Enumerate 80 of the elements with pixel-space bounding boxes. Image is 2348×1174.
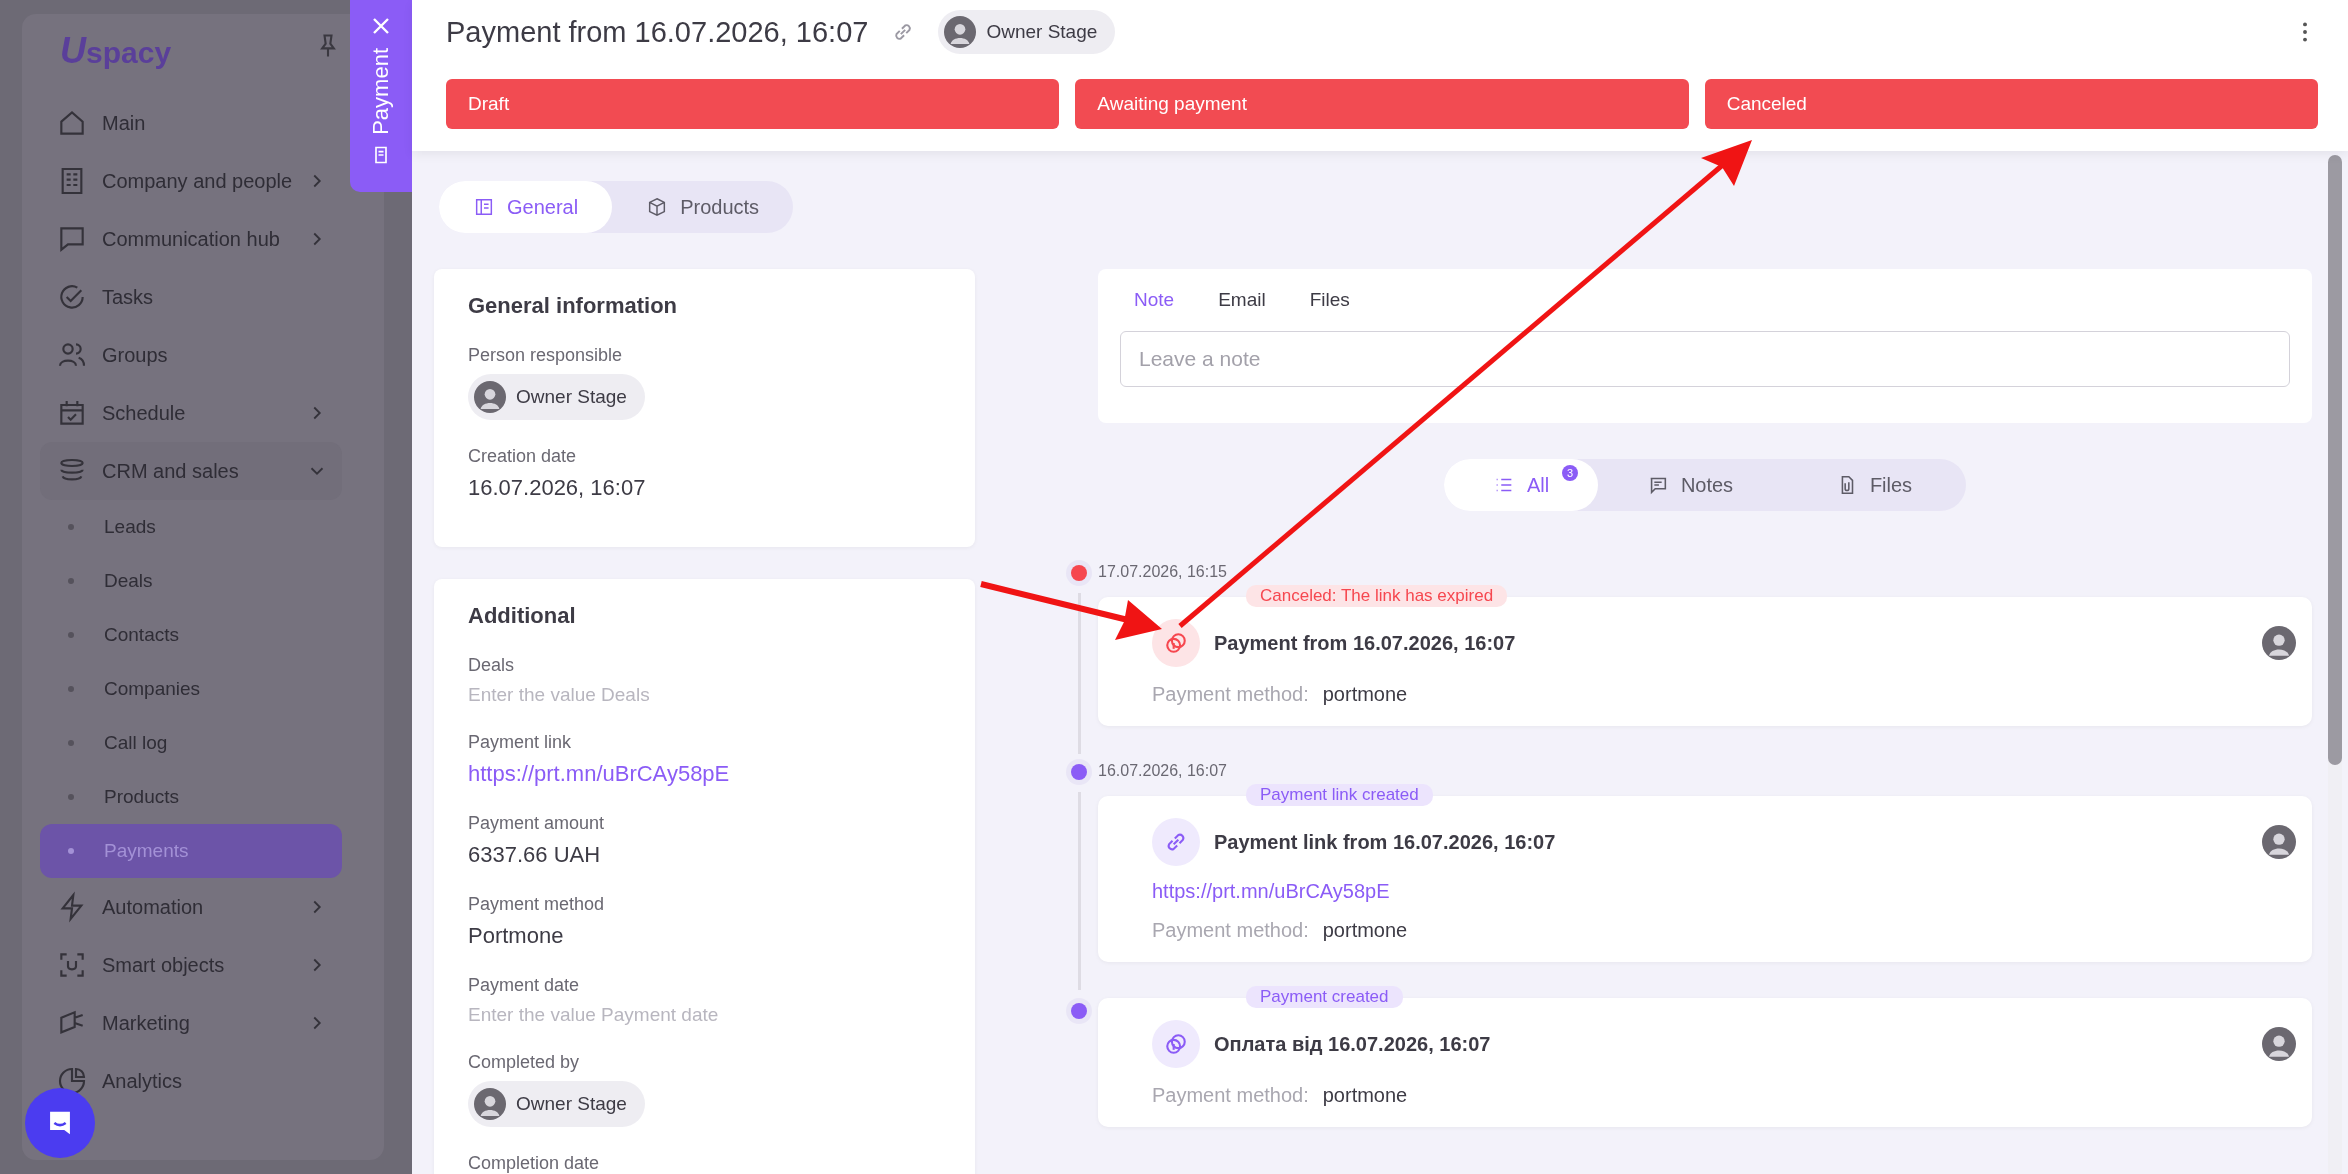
- sidebar-subitem[interactable]: Contacts: [40, 608, 342, 662]
- coins-icon: [1152, 1020, 1200, 1068]
- scrollbar[interactable]: [2328, 155, 2342, 1174]
- filter-tab[interactable]: Files: [1782, 459, 1966, 511]
- person-chip[interactable]: Owner Stage: [468, 374, 645, 420]
- sidebar-subitem[interactable]: Call log: [40, 716, 342, 770]
- person-chip[interactable]: Owner Stage: [468, 1081, 645, 1127]
- field-label: Completion date: [468, 1153, 601, 1174]
- sidebar-item[interactable]: Marketing: [40, 994, 342, 1052]
- avatar-icon: [474, 381, 506, 413]
- sidebar-item[interactable]: Main: [40, 94, 342, 152]
- sidebar-item[interactable]: Automation: [40, 878, 342, 936]
- sidebar-subitem[interactable]: Payments: [40, 824, 342, 878]
- method-label: Payment method:: [1152, 919, 1309, 942]
- sidebar-subitem[interactable]: Leads: [40, 500, 342, 554]
- note-tab[interactable]: Email: [1218, 289, 1266, 311]
- sidebar-item[interactable]: Company and people: [40, 152, 342, 210]
- field-label: Completed by: [468, 1052, 581, 1073]
- count-badge: 3: [1562, 465, 1578, 481]
- note-tab[interactable]: Note: [1134, 289, 1175, 311]
- field-label: Payment link: [468, 732, 573, 753]
- sidebar-item[interactable]: Smart objects: [40, 936, 342, 994]
- tab[interactable]: General: [439, 181, 613, 233]
- event-tag: Payment created: [1246, 986, 1403, 1008]
- sidebar-subitem[interactable]: Companies: [40, 662, 342, 716]
- coins-icon: [1152, 619, 1200, 667]
- note-input[interactable]: Leave a note: [1120, 331, 2290, 387]
- sidebar-subitem[interactable]: Products: [40, 770, 342, 824]
- field-label: Person responsible: [468, 345, 624, 366]
- sidebar-item[interactable]: Groups: [40, 326, 342, 384]
- field-value: 16.07.2026, 16:07: [468, 475, 647, 501]
- event-tag: Canceled: The link has expired: [1246, 585, 1508, 607]
- sidebar-item[interactable]: Communication hub: [40, 210, 342, 268]
- field-value: Portmone: [468, 923, 565, 949]
- avatar-icon: [2262, 626, 2296, 660]
- method-label: Payment method:: [1152, 683, 1309, 706]
- method-value: portmone: [1322, 683, 1408, 706]
- field-placeholder[interactable]: Enter the value Deals: [468, 684, 941, 706]
- sidebar-item[interactable]: CRM and sales: [40, 442, 342, 500]
- avatar-icon: [944, 16, 977, 48]
- sidebar-item[interactable]: Tasks: [40, 268, 342, 326]
- status-stage[interactable]: Draft: [446, 79, 1060, 129]
- method-label: Payment method:: [1152, 1084, 1309, 1107]
- filter-tab[interactable]: Notes: [1598, 459, 1782, 511]
- event-date: 16.07.2026, 16:07: [1098, 762, 1228, 780]
- field-label: Payment amount: [468, 813, 606, 834]
- event-title: Payment from 16.07.2026, 16:07: [1214, 631, 1517, 655]
- list-icon: [473, 196, 495, 218]
- field-placeholder[interactable]: Enter the value Payment date: [468, 1004, 941, 1026]
- status-stage[interactable]: Awaiting payment: [1075, 79, 1689, 129]
- note-tab[interactable]: Files: [1309, 289, 1350, 311]
- payment-link[interactable]: https://prt.mn/uBrCAy58pE: [1152, 880, 2296, 903]
- sidebar-subitem[interactable]: Deals: [40, 554, 342, 608]
- avatar-icon: [2262, 1027, 2296, 1061]
- event-date: 17.07.2026, 16:15: [1098, 563, 1228, 581]
- field-label: Deals: [468, 655, 516, 676]
- sidebar-item[interactable]: Schedule: [40, 384, 342, 442]
- panel-tab-label: Payment: [368, 48, 394, 135]
- panel-tab[interactable]: Payment: [350, 0, 412, 192]
- event-tag: Payment link created: [1246, 784, 1433, 806]
- page-title: Payment from 16.07.2026, 16:07: [446, 15, 869, 49]
- link-icon: [1152, 818, 1200, 866]
- status-stage[interactable]: Canceled: [1704, 79, 2318, 129]
- card-title: General information: [468, 293, 679, 319]
- field-label: Payment method: [468, 894, 606, 915]
- event-title: Оплата від 16.07.2026, 16:07: [1214, 1032, 1492, 1056]
- event-title: Payment link from 16.07.2026, 16:07: [1214, 830, 1557, 854]
- avatar-icon: [2262, 825, 2296, 859]
- method-value: portmone: [1322, 919, 1408, 942]
- field-label: Creation date: [468, 446, 578, 467]
- card-title: Additional: [468, 603, 577, 629]
- sidebar-item[interactable]: Analytics: [40, 1052, 342, 1110]
- filter-tab[interactable]: All 3: [1444, 459, 1598, 511]
- owner-chip[interactable]: Owner Stage: [938, 10, 1116, 54]
- field-label: Payment date: [468, 975, 581, 996]
- payment-link[interactable]: https://prt.mn/uBrCAy58pE: [468, 761, 941, 787]
- method-value: portmone: [1322, 1084, 1408, 1107]
- tab[interactable]: Products: [612, 181, 794, 233]
- field-value: 6337.66 UAH: [468, 842, 602, 868]
- avatar-icon: [474, 1088, 506, 1120]
